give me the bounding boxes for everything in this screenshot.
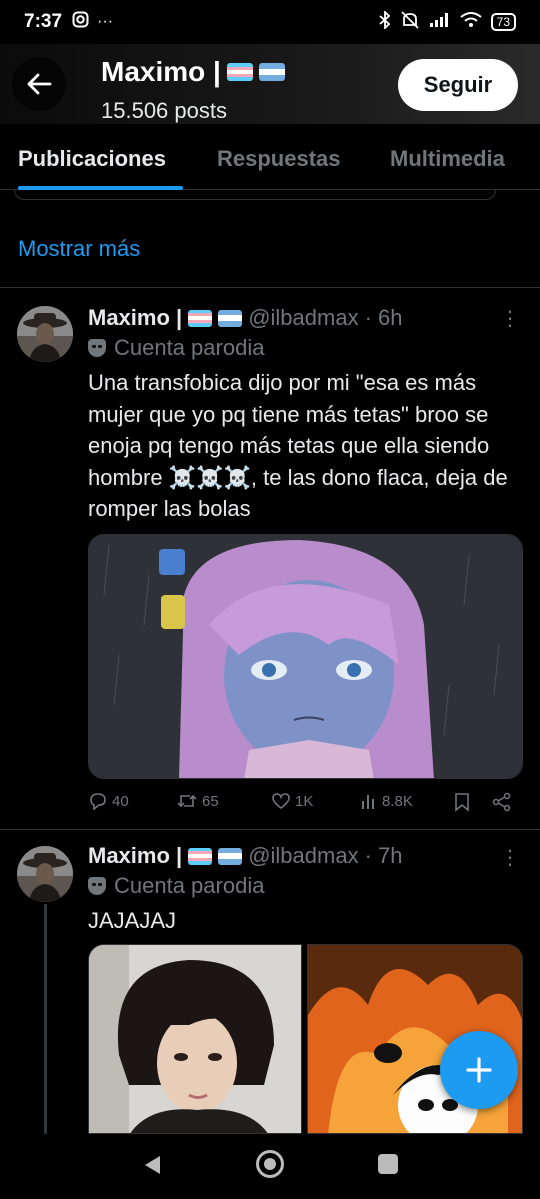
nav-home-icon[interactable]: [256, 1150, 284, 1178]
tab-publicaciones[interactable]: Publicaciones: [18, 146, 166, 172]
profile-header: Maximo | 15.506 posts Seguir: [0, 44, 540, 124]
trans-flag-icon: [188, 847, 213, 865]
signal-icon: [429, 12, 451, 33]
bluetooth-icon: [379, 9, 391, 34]
argentina-flag-icon: [218, 309, 243, 327]
views-count: 8.8K: [382, 792, 413, 810]
reply-button[interactable]: 40: [88, 792, 129, 810]
like-button[interactable]: 1K: [271, 792, 313, 810]
trans-flag-icon: [188, 309, 213, 327]
back-button[interactable]: [12, 57, 66, 111]
follow-button[interactable]: Seguir: [398, 59, 518, 111]
wifi-icon: [460, 11, 482, 33]
argentina-flag-icon: [218, 847, 243, 865]
mute-icon: [400, 10, 420, 34]
status-bar: 7:37 ··· 73: [0, 0, 540, 44]
tweet-author-name[interactable]: Maximo |: [88, 843, 182, 869]
instagram-icon: [72, 11, 89, 33]
tweet-author-name[interactable]: Maximo |: [88, 305, 182, 331]
nav-recents-icon[interactable]: [378, 1154, 398, 1174]
nav-back-icon[interactable]: [142, 1154, 162, 1176]
trans-flag-icon: [226, 63, 253, 81]
more-options-icon[interactable]: ⋮: [500, 306, 520, 331]
more-notifications-icon: ···: [97, 13, 114, 30]
tweet-author-handle[interactable]: @ilbadmax: [248, 843, 358, 869]
tweet-image[interactable]: [88, 944, 302, 1134]
tweet-text: Una transfobica dijo por mi "esa es más …: [88, 370, 508, 521]
parody-mask-icon: [88, 339, 106, 357]
plus-icon: [466, 1057, 492, 1083]
divider: [0, 287, 540, 288]
tweet-text: JAJAJAJ: [88, 908, 177, 933]
thread-line: [44, 904, 47, 1134]
argentina-flag-icon: [258, 63, 285, 81]
more-options-icon[interactable]: ⋮: [500, 845, 520, 870]
profile-name: Maximo |: [101, 56, 285, 88]
avatar[interactable]: [17, 306, 73, 362]
retweet-button[interactable]: 65: [176, 792, 219, 810]
share-icon: [492, 792, 511, 812]
retweet-icon: [177, 794, 197, 808]
parody-label: Cuenta parodia: [114, 873, 265, 898]
reply-icon: [90, 793, 106, 810]
system-nav-bar: [0, 1134, 540, 1199]
tweet-author-handle[interactable]: @ilbadmax: [248, 305, 358, 331]
post-count: 15.506 posts: [101, 98, 227, 123]
share-button[interactable]: [492, 792, 512, 812]
tweet-image[interactable]: [88, 534, 523, 779]
previous-post-card: [14, 190, 496, 200]
avatar[interactable]: [17, 846, 73, 902]
views-chart-icon: [362, 795, 374, 809]
like-count: 1K: [295, 792, 314, 810]
profile-tabs: Publicaciones Respuestas Multimedia: [0, 124, 540, 190]
heart-icon: [272, 793, 290, 810]
tweet-actions: 40 65 1K 8.8K: [88, 792, 528, 818]
battery-icon: 73: [490, 13, 516, 31]
retweet-count: 65: [202, 792, 219, 810]
tweet-time: · 6h: [364, 305, 403, 330]
tab-respuestas[interactable]: Respuestas: [217, 146, 341, 172]
bookmark-button[interactable]: [454, 792, 470, 812]
parody-mask-icon: [88, 877, 106, 895]
tweet-time: · 7h: [364, 843, 403, 868]
tab-multimedia[interactable]: Multimedia: [390, 146, 505, 172]
reply-count: 40: [112, 792, 129, 810]
bookmark-icon: [455, 793, 469, 812]
status-time: 7:37: [24, 11, 63, 32]
parody-label: Cuenta parodia: [114, 335, 265, 360]
compose-post-button[interactable]: [440, 1031, 518, 1109]
divider: [0, 829, 540, 830]
views-button[interactable]: 8.8K: [360, 792, 413, 810]
show-more-link[interactable]: Mostrar más: [18, 236, 140, 262]
arrow-left-icon: [27, 73, 52, 95]
